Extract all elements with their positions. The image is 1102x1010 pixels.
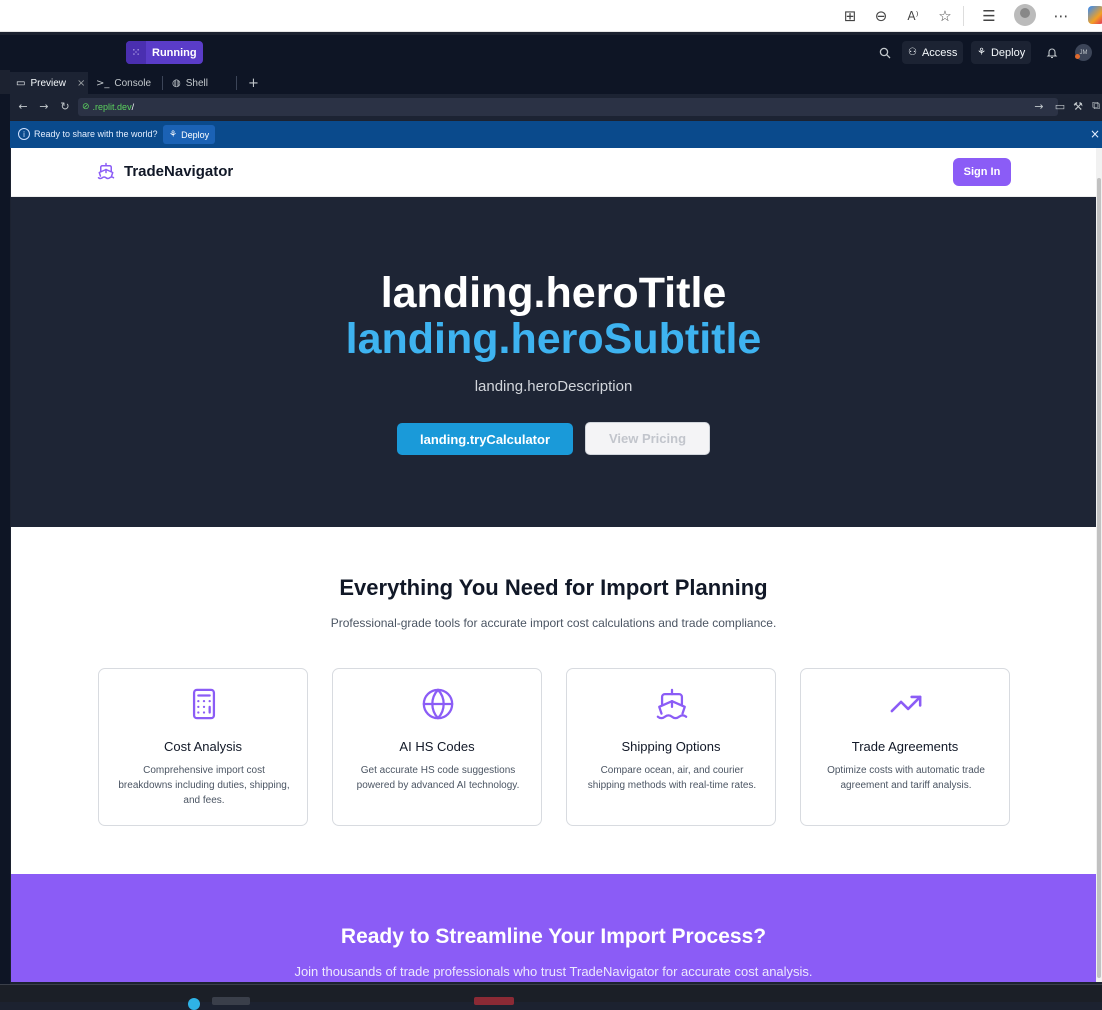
tab-console[interactable]: >_ Console (90, 72, 164, 94)
feature-card-shipping-options: Shipping Options Compare ocean, air, and… (566, 668, 776, 826)
devices-icon[interactable]: ▭ (1053, 99, 1067, 113)
read-aloud-icon[interactable]: A⁾ (903, 6, 923, 26)
search-icon[interactable] (877, 45, 893, 61)
link-icon: ⊘ (82, 102, 90, 112)
more-menu-icon[interactable]: ⋯ (1051, 6, 1071, 26)
preview-url-bar: ← → ↻ ⊘ .replit.dev / → ▭ ⚒ ⧉ (10, 94, 1102, 120)
sign-in-button[interactable]: Sign In (953, 158, 1011, 186)
page-scrollbar[interactable] (1096, 148, 1102, 982)
os-taskbar (0, 984, 1102, 1010)
shell-icon: ◍ (172, 77, 181, 89)
tab-label: Preview (30, 77, 67, 89)
try-calculator-button[interactable]: landing.tryCalculator (397, 423, 573, 455)
terminal-icon: >_ (96, 77, 110, 89)
cta-title: Ready to Streamline Your Import Process? (340, 925, 767, 948)
hero-title: landing.heroTitle (380, 269, 727, 317)
favorite-star-icon[interactable]: ☆ (935, 6, 955, 26)
cta-section: Ready to Streamline Your Import Process?… (11, 874, 1096, 982)
deploy-icon: ⚘ (169, 129, 178, 140)
trending-up-icon (890, 695, 922, 713)
url-text: .replit.dev (92, 102, 132, 112)
forward-arrow-icon[interactable]: → (37, 99, 51, 113)
close-tab-icon[interactable]: × (77, 78, 85, 89)
taskbar-app-icon[interactable] (212, 997, 250, 1005)
replit-header: ⁙ Running ⚇ Access ⚘ Deploy JM (0, 35, 1102, 70)
features-subtitle: Professional-grade tools for accurate im… (330, 616, 777, 630)
add-user-icon: ⚇ (908, 47, 917, 58)
feature-description: Comprehensive import cost breakdowns inc… (118, 765, 290, 806)
zoom-out-icon[interactable]: ⊖ (871, 6, 891, 26)
user-avatar[interactable]: JM (1075, 44, 1092, 61)
deploy-label: Deploy (990, 46, 1026, 59)
deploy-icon: ⚘ (977, 47, 986, 58)
deploy-button[interactable]: ⚘ Deploy (971, 41, 1032, 64)
banner-deploy-label: Deploy (181, 129, 210, 140)
view-pricing-button[interactable]: View Pricing (585, 422, 710, 455)
preview-page: TradeNavigator Sign In landing.heroTitle… (11, 148, 1096, 982)
tab-label: Shell (185, 77, 208, 89)
access-label: Access (921, 46, 958, 59)
feature-description: Get accurate HS code suggestions powered… (356, 765, 520, 791)
favorites-list-icon[interactable]: ☰ (979, 6, 999, 26)
workspace-tabs: ▭ Preview × >_ Console ◍ Shell + (10, 70, 1102, 94)
brand[interactable]: TradeNavigator (97, 162, 233, 180)
url-input[interactable]: ⊘ .replit.dev / (78, 98, 1058, 116)
close-banner-icon[interactable]: × (1090, 127, 1100, 141)
tab-divider (162, 76, 163, 90)
feature-title: Cost Analysis (163, 739, 243, 754)
feature-description: Compare ocean, air, and courier shipping… (587, 765, 757, 791)
new-window-icon[interactable]: ⧉ (1089, 99, 1102, 113)
devtools-wrench-icon[interactable]: ⚒ (1071, 99, 1085, 113)
copilot-icon[interactable] (1088, 6, 1102, 24)
cta-subtitle: Join thousands of trade professionals wh… (294, 964, 813, 979)
taskbar-app-icon[interactable] (474, 997, 514, 1005)
tab-shell[interactable]: ◍ Shell (166, 72, 236, 94)
site-navbar: TradeNavigator Sign In (11, 148, 1096, 197)
hero-subtitle: landing.heroSubtitle (345, 315, 762, 363)
left-panel-edge (0, 94, 10, 984)
tab-preview[interactable]: ▭ Preview × (10, 72, 88, 94)
hero-section: landing.heroTitle landing.heroSubtitle l… (11, 197, 1096, 527)
access-button[interactable]: ⚇ Access (902, 41, 964, 64)
feature-title: Trade Agreements (851, 739, 959, 754)
app-grid-icon[interactable]: ⊞ (840, 6, 860, 26)
run-status-label: Running (152, 46, 197, 59)
share-banner: i Ready to share with the world? ⚘ Deplo… (10, 121, 1102, 148)
ship-logo-icon (97, 162, 115, 180)
brand-name: TradeNavigator (124, 162, 234, 180)
plus-icon: + (248, 75, 259, 91)
ship-icon (656, 688, 688, 720)
reload-icon[interactable]: ↻ (58, 99, 72, 113)
features-title: Everything You Need for Import Planning (339, 575, 768, 600)
feature-card-ai-hs-codes: AI HS Codes Get accurate HS code suggest… (332, 668, 542, 826)
tab-label: Console (114, 77, 152, 89)
scrollbar-thumb[interactable] (1097, 178, 1101, 978)
taskbar-app-icon[interactable] (188, 998, 200, 1010)
banner-deploy-button[interactable]: ⚘ Deploy (163, 125, 216, 144)
browser-toolbar: ⊞ ⊖ A⁾ ☆ ☰ ⋯ (0, 0, 1102, 32)
url-path: / (131, 102, 135, 112)
back-arrow-icon[interactable]: ← (16, 99, 30, 113)
feature-title: AI HS Codes (399, 739, 475, 754)
run-status-button[interactable]: ⁙ Running (126, 41, 203, 64)
new-tab-button[interactable]: + (242, 72, 265, 94)
feature-description: Optimize costs with automatic trade agre… (827, 765, 985, 791)
hero-description: landing.heroDescription (474, 378, 633, 395)
profile-avatar[interactable] (1014, 4, 1036, 26)
info-icon: i (18, 128, 30, 140)
monitor-icon: ▭ (16, 77, 26, 89)
feature-card-cost-analysis: Cost Analysis Comprehensive import cost … (98, 668, 308, 826)
feature-card-trade-agreements: Trade Agreements Optimize costs with aut… (800, 668, 1010, 826)
globe-icon (422, 688, 454, 720)
calculator-icon (192, 688, 216, 720)
tab-divider (236, 76, 237, 90)
share-text: Ready to share with the world? (34, 129, 158, 139)
toolbar-divider (963, 6, 964, 26)
notification-bell-icon[interactable] (1044, 45, 1060, 61)
feature-title: Shipping Options (621, 739, 721, 754)
run-grid-icon: ⁙ (126, 41, 146, 64)
open-arrow-icon[interactable]: → (1032, 99, 1046, 113)
